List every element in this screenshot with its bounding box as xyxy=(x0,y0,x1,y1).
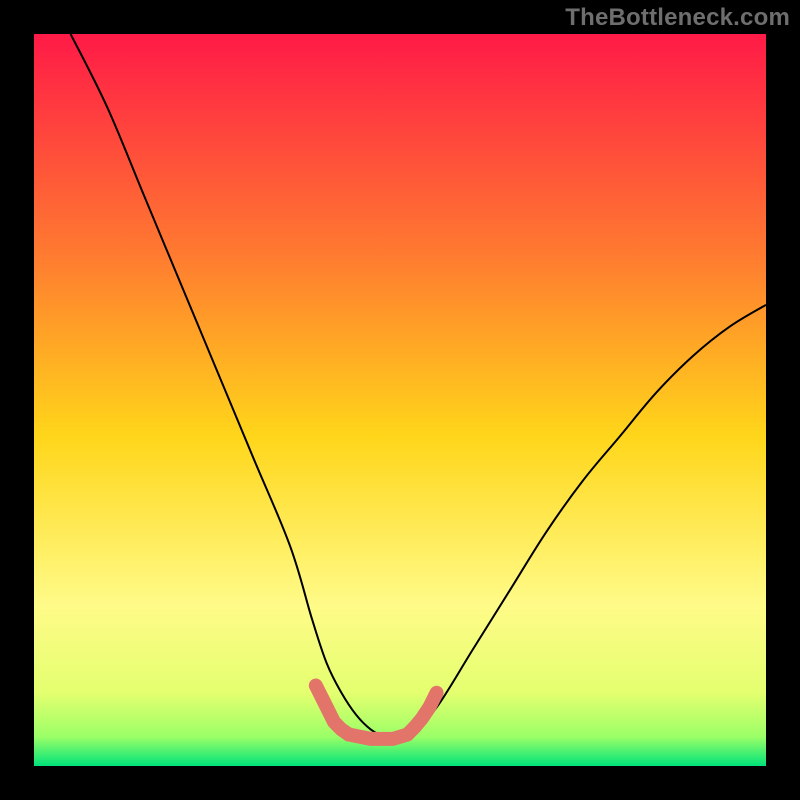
chart-frame: TheBottleneck.com xyxy=(0,0,800,800)
gradient-background xyxy=(34,34,766,766)
watermark-text: TheBottleneck.com xyxy=(565,4,790,32)
series-highlight-optimal-bottom xyxy=(349,735,408,739)
bottleneck-chart xyxy=(34,34,766,766)
plot-area xyxy=(34,34,766,766)
